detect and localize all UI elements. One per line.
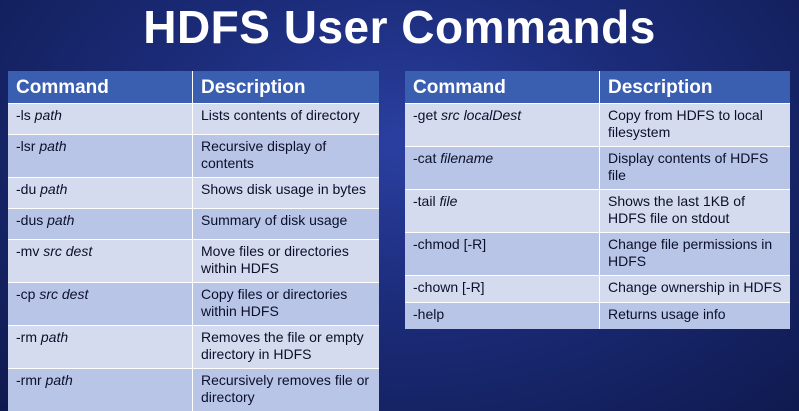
- command-cell: -chmod [-R]: [405, 232, 600, 276]
- description-cell: Move files or directories within HDFS: [192, 239, 379, 283]
- table-row: -rm path Removes the file or empty direc…: [8, 325, 379, 369]
- command-argument: path: [34, 107, 62, 123]
- command-name: -cat: [413, 150, 437, 166]
- table-header-row: Command Description: [405, 71, 790, 104]
- command-cell: -help: [405, 302, 600, 329]
- description-cell: Shows disk usage in bytes: [192, 177, 379, 209]
- command-name: -cp: [16, 286, 36, 302]
- command-cell: -tail file: [405, 189, 600, 233]
- description-cell: Display contents of HDFS file: [599, 146, 790, 190]
- command-argument: path: [45, 372, 73, 388]
- table-row: -chmod [-R] Change file permissions in H…: [405, 232, 790, 276]
- commands-table-right: Command Description -get src localDest C…: [405, 71, 790, 329]
- command-cell: -rm path: [8, 325, 193, 369]
- description-cell: Shows the last 1KB of HDFS file on stdou…: [599, 189, 790, 233]
- command-argument: path: [40, 181, 68, 197]
- table-row: -cp src dest Copy files or directories w…: [8, 282, 379, 326]
- command-name: -rm: [16, 329, 37, 345]
- command-name: -get: [413, 107, 438, 123]
- command-column-header: Command: [405, 71, 600, 104]
- command-argument: src localDest: [441, 107, 522, 123]
- command-argument: path: [40, 329, 69, 345]
- description-cell: Recursively removes file or directory: [192, 368, 379, 411]
- commands-table-left: Command Description -ls path Lists conte…: [8, 71, 379, 411]
- command-cell: -cp src dest: [8, 282, 193, 326]
- command-name: -tail: [413, 193, 436, 209]
- description-cell: Copy files or directories within HDFS: [192, 282, 379, 326]
- description-cell: Recursive display of contents: [192, 134, 379, 178]
- description-cell: Change file permissions in HDFS: [599, 232, 790, 276]
- slide-title: HDFS User Commands: [143, 1, 656, 53]
- table-row: -get src localDest Copy from HDFS to loc…: [405, 103, 790, 147]
- table-row: -cat filename Display contents of HDFS f…: [405, 146, 790, 190]
- table-row: -help Returns usage info: [405, 302, 790, 329]
- command-argument: src dest: [39, 286, 89, 302]
- table-row: -du path Shows disk usage in bytes: [8, 177, 379, 209]
- command-name: -chmod [-R]: [413, 236, 487, 252]
- description-cell: Summary of disk usage: [192, 208, 379, 240]
- command-argument: path: [39, 138, 67, 154]
- command-name: -chown [-R]: [413, 279, 485, 295]
- table-row: -tail file Shows the last 1KB of HDFS fi…: [405, 189, 790, 233]
- command-name: -mv: [16, 243, 40, 259]
- command-argument: path: [47, 212, 75, 228]
- command-cell: -dus path: [8, 208, 193, 240]
- description-cell: Returns usage info: [599, 302, 790, 329]
- table-row: -mv src dest Move files or directories w…: [8, 239, 379, 283]
- command-name: -lsr: [16, 138, 36, 154]
- table-row: -chown [-R] Change ownership in HDFS: [405, 275, 790, 303]
- command-name: -rmr: [16, 372, 42, 388]
- description-cell: Lists contents of directory: [192, 103, 379, 135]
- description-cell: Copy from HDFS to local filesystem: [599, 103, 790, 147]
- description-cell: Change ownership in HDFS: [599, 275, 790, 303]
- command-column-header: Command: [8, 71, 193, 104]
- table-row: -lsr path Recursive display of contents: [8, 134, 379, 178]
- table-row: -rmr path Recursively removes file or di…: [8, 368, 379, 411]
- command-argument: file: [439, 193, 458, 209]
- command-cell: -rmr path: [8, 368, 193, 411]
- command-cell: -get src localDest: [405, 103, 600, 147]
- command-cell: -chown [-R]: [405, 275, 600, 303]
- command-name: -du: [16, 181, 37, 197]
- command-cell: -du path: [8, 177, 193, 209]
- command-cell: -lsr path: [8, 134, 193, 178]
- description-column-header: Description: [599, 71, 790, 104]
- command-cell: -cat filename: [405, 146, 600, 190]
- description-cell: Removes the file or empty directory in H…: [192, 325, 379, 369]
- command-name: -help: [413, 306, 445, 322]
- command-cell: -mv src dest: [8, 239, 193, 283]
- command-cell: -ls path: [8, 103, 193, 135]
- command-argument: src dest: [43, 243, 93, 259]
- table-row: -dus path Summary of disk usage: [8, 208, 379, 240]
- table-row: -ls path Lists contents of directory: [8, 103, 379, 135]
- command-name: -ls: [16, 107, 31, 123]
- table-header-row: Command Description: [8, 71, 379, 104]
- command-name: -dus: [16, 212, 44, 228]
- description-column-header: Description: [192, 71, 379, 104]
- command-argument: filename: [440, 150, 494, 166]
